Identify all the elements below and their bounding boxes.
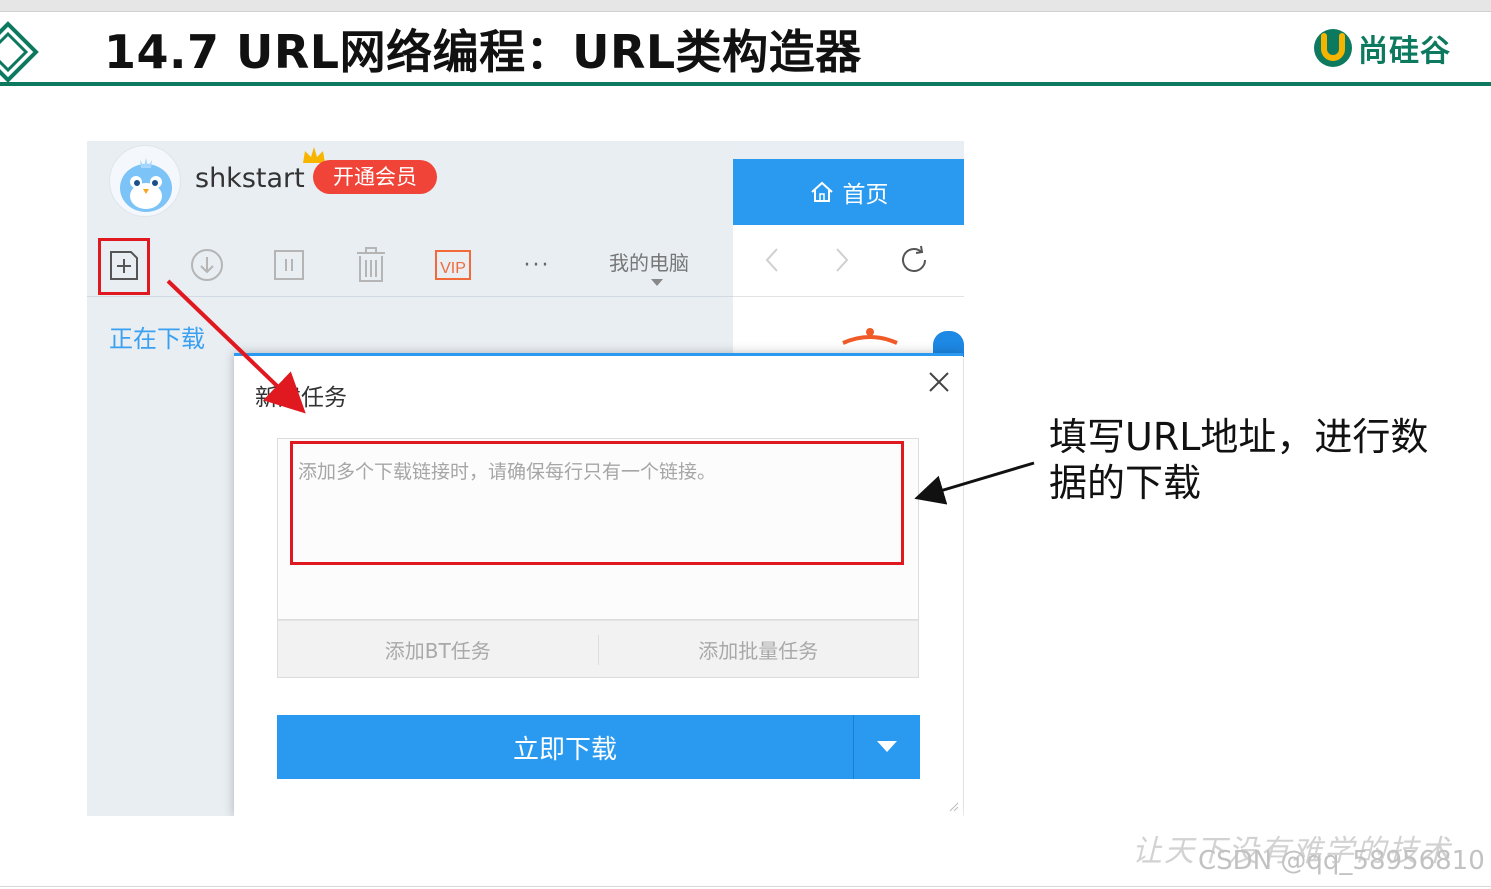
url-input-box xyxy=(277,438,919,620)
download-options-dropdown[interactable] xyxy=(854,715,920,779)
brand-u-icon xyxy=(1314,29,1352,67)
brand-logo: 尚硅谷 xyxy=(1312,26,1451,70)
tab-home[interactable]: 首页 xyxy=(733,159,964,225)
url-input[interactable] xyxy=(278,439,918,619)
annotation-line-1: 填写URL地址，进行数 xyxy=(1049,415,1429,459)
slide-title: 14.7 URL网络编程：URL类构造器 xyxy=(104,25,862,79)
home-icon xyxy=(810,181,833,202)
top-strip xyxy=(0,0,1491,12)
username: shkstart xyxy=(195,163,305,194)
new-task-dialog: 新建任务 添加BT任务 添加批量任务 立即下载 xyxy=(234,353,963,816)
download-client-screenshot: shkstart 开通会员 VIP ··· 我的电脑 正在下载 首页 新建任务 … xyxy=(87,141,964,816)
forward-icon[interactable] xyxy=(825,243,859,277)
resize-grip-icon[interactable] xyxy=(947,800,959,812)
annotation-text: 填写URL地址，进行数 据的下载 xyxy=(1049,414,1469,506)
tab-home-label: 首页 xyxy=(842,182,889,208)
trash-icon[interactable] xyxy=(351,245,391,285)
avatar[interactable] xyxy=(109,145,181,217)
new-task-highlight xyxy=(98,238,150,295)
download-icon[interactable] xyxy=(187,245,227,285)
title-rule xyxy=(0,82,1491,86)
download-now-button[interactable]: 立即下载 xyxy=(277,715,853,779)
downloading-tab[interactable]: 正在下载 xyxy=(109,319,205,354)
vip-icon-text: VIP xyxy=(440,260,466,277)
vip-icon[interactable]: VIP xyxy=(433,245,473,285)
browser-nav xyxy=(733,225,964,297)
toolbar: VIP ··· 我的电脑 xyxy=(87,233,733,297)
download-now-button-group: 立即下载 xyxy=(277,715,920,779)
back-icon[interactable] xyxy=(755,243,789,277)
bird-avatar-icon xyxy=(120,158,172,212)
add-batch-task-button[interactable]: 添加批量任务 xyxy=(599,621,919,677)
pause-icon[interactable] xyxy=(269,245,309,285)
task-type-actions: 添加BT任务 添加批量任务 xyxy=(277,620,919,678)
corner-diamond-logo xyxy=(0,21,39,83)
decorative-crown-shape xyxy=(842,328,898,345)
annotation-line-2: 据的下载 xyxy=(1049,461,1202,505)
bottom-rule xyxy=(0,886,1491,887)
more-icon[interactable]: ··· xyxy=(517,245,557,285)
refresh-icon[interactable] xyxy=(897,243,931,277)
close-icon[interactable] xyxy=(924,367,954,397)
open-vip-button[interactable]: 开通会员 xyxy=(313,160,437,194)
brand-name: 尚硅谷 xyxy=(1358,34,1451,69)
chevron-down-icon xyxy=(877,741,897,752)
user-row: shkstart 开通会员 xyxy=(87,141,733,223)
my-computer-menu[interactable]: 我的电脑 xyxy=(609,247,689,276)
dialog-title: 新建任务 xyxy=(255,385,347,411)
chevron-down-icon xyxy=(651,279,663,286)
watermark: CSDN @qq_58956810 xyxy=(1198,846,1485,876)
add-bt-task-button[interactable]: 添加BT任务 xyxy=(278,621,598,677)
